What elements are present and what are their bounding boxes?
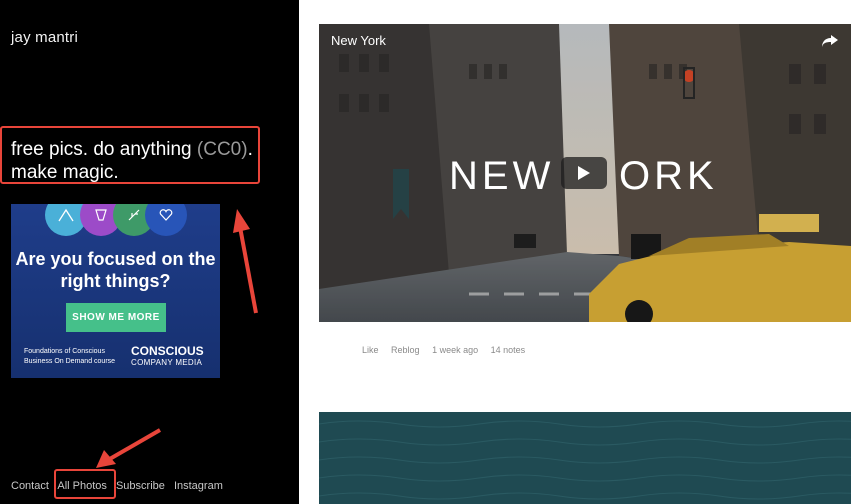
video-post[interactable]: NEW ORK New York: [319, 24, 851, 322]
footer-link-instagram[interactable]: Instagram: [174, 480, 223, 492]
sidebar: jay mantri free pics. do anything (CC0).…: [0, 0, 299, 504]
ad-brand-sub: COMPANY MEDIA: [131, 358, 203, 367]
footer-nav: Contact All Photos Subscribe Instagram: [11, 480, 229, 492]
video-overlay-title-right: ORK: [619, 154, 718, 198]
ad-brand: CONSCIOUS COMPANY MEDIA: [131, 345, 211, 369]
site-title[interactable]: jay mantri: [11, 29, 78, 46]
footer-link-contact[interactable]: Contact: [11, 480, 49, 492]
heart-icon: [145, 204, 187, 236]
post-meta: Like Reblog 1 week ago 14 notes: [362, 345, 535, 355]
post-timestamp[interactable]: 1 week ago: [432, 345, 478, 355]
video-overlay-title-left: NEW: [449, 154, 554, 198]
play-icon: [578, 166, 590, 180]
play-button[interactable]: [561, 157, 607, 189]
like-link[interactable]: Like: [362, 345, 379, 355]
annotation-arrow-up: [233, 209, 258, 314]
annotation-box-tagline: [0, 126, 260, 184]
notes-count[interactable]: 14 notes: [491, 345, 526, 355]
show-me-more-button[interactable]: SHOW ME MORE: [66, 303, 166, 332]
video-title[interactable]: New York: [331, 33, 386, 48]
ad-banner[interactable]: Are you focused on the right things? SHO…: [11, 204, 220, 378]
photo-post-water[interactable]: [319, 412, 851, 504]
ad-headline: Are you focused on the right things?: [15, 249, 216, 291]
annotation-arrow-down-left: [96, 428, 161, 468]
footer-link-all-photos[interactable]: All Photos: [57, 480, 107, 492]
ad-subtext: Foundations of Conscious Business On Dem…: [24, 348, 116, 365]
water-photo[interactable]: [319, 412, 851, 504]
reblog-link[interactable]: Reblog: [391, 345, 420, 355]
share-icon[interactable]: [821, 34, 839, 53]
ad-brand-name: CONSCIOUS: [131, 344, 204, 358]
footer-link-subscribe[interactable]: Subscribe: [116, 480, 165, 492]
